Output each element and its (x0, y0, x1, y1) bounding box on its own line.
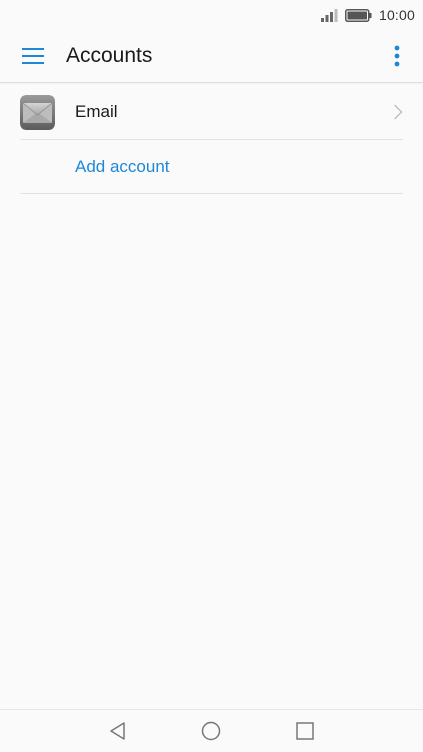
menu-button[interactable] (14, 40, 52, 72)
account-item-email[interactable]: Email (0, 84, 423, 139)
recents-square-icon (296, 722, 314, 740)
more-options-button[interactable] (385, 40, 409, 72)
home-button[interactable] (199, 719, 223, 743)
recents-button[interactable] (293, 719, 317, 743)
hamburger-menu-icon (22, 48, 44, 64)
back-button[interactable] (106, 719, 130, 743)
status-bar: 10:00 (0, 0, 423, 30)
chevron-right-icon (393, 104, 403, 120)
envelope-icon (20, 95, 55, 130)
signal-icon (320, 8, 338, 22)
battery-icon (344, 8, 372, 22)
list-divider (20, 139, 403, 140)
home-circle-icon (201, 721, 221, 741)
back-triangle-icon (110, 722, 125, 740)
status-indicators: 10:00 (320, 6, 415, 24)
list-divider (20, 193, 403, 194)
status-time: 10:00 (378, 7, 415, 23)
add-account-button[interactable]: Add account (75, 157, 170, 177)
navigation-bar (0, 709, 423, 752)
accounts-list: Email Add account (0, 84, 423, 194)
account-item-label: Email (75, 102, 118, 121)
page-title: Accounts (66, 44, 153, 67)
app-bar: Accounts (0, 30, 423, 83)
more-vertical-icon (394, 45, 400, 67)
